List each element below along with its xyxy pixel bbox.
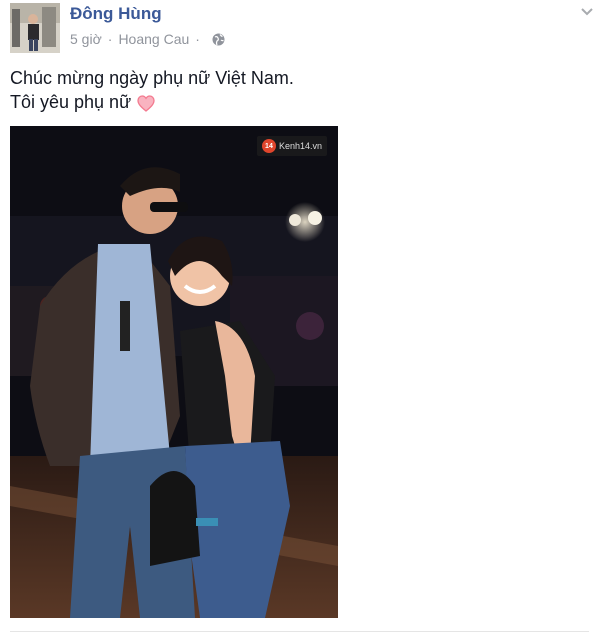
- post-text: Chúc mừng ngày phụ nữ Việt Nam. Tôi yêu …: [10, 66, 294, 114]
- heart-icon: [137, 94, 155, 112]
- author-name-link[interactable]: Đông Hùng: [70, 4, 162, 24]
- post-text-line: Tôi yêu phụ nữ: [10, 92, 132, 112]
- post-photo[interactable]: 14 Kenh14.vn: [10, 126, 338, 618]
- meta-separator-2: ·: [195, 31, 200, 47]
- watermark-text: Kenh14.vn: [278, 141, 322, 151]
- meta-separator: ·: [107, 31, 113, 47]
- kenh14-logo: 14: [261, 139, 276, 153]
- globe-icon[interactable]: [212, 33, 225, 46]
- post-text-line: Chúc mừng ngày phụ nữ Việt Nam.: [10, 68, 294, 88]
- author-avatar[interactable]: [10, 3, 60, 53]
- post-text-line-2: Tôi yêu phụ nữ: [10, 90, 294, 114]
- photo-watermark: 14 Kenh14.vn: [256, 136, 327, 156]
- post-location-link[interactable]: Hoang Cau: [118, 31, 189, 47]
- chevron-down-icon[interactable]: [579, 4, 595, 18]
- post-timestamp[interactable]: 5 giờ: [70, 31, 102, 47]
- post-divider: [10, 631, 589, 632]
- post-meta: 5 giờ · Hoang Cau ·: [70, 31, 225, 47]
- post-text-line-1: Chúc mừng ngày phụ nữ Việt Nam.: [10, 66, 294, 90]
